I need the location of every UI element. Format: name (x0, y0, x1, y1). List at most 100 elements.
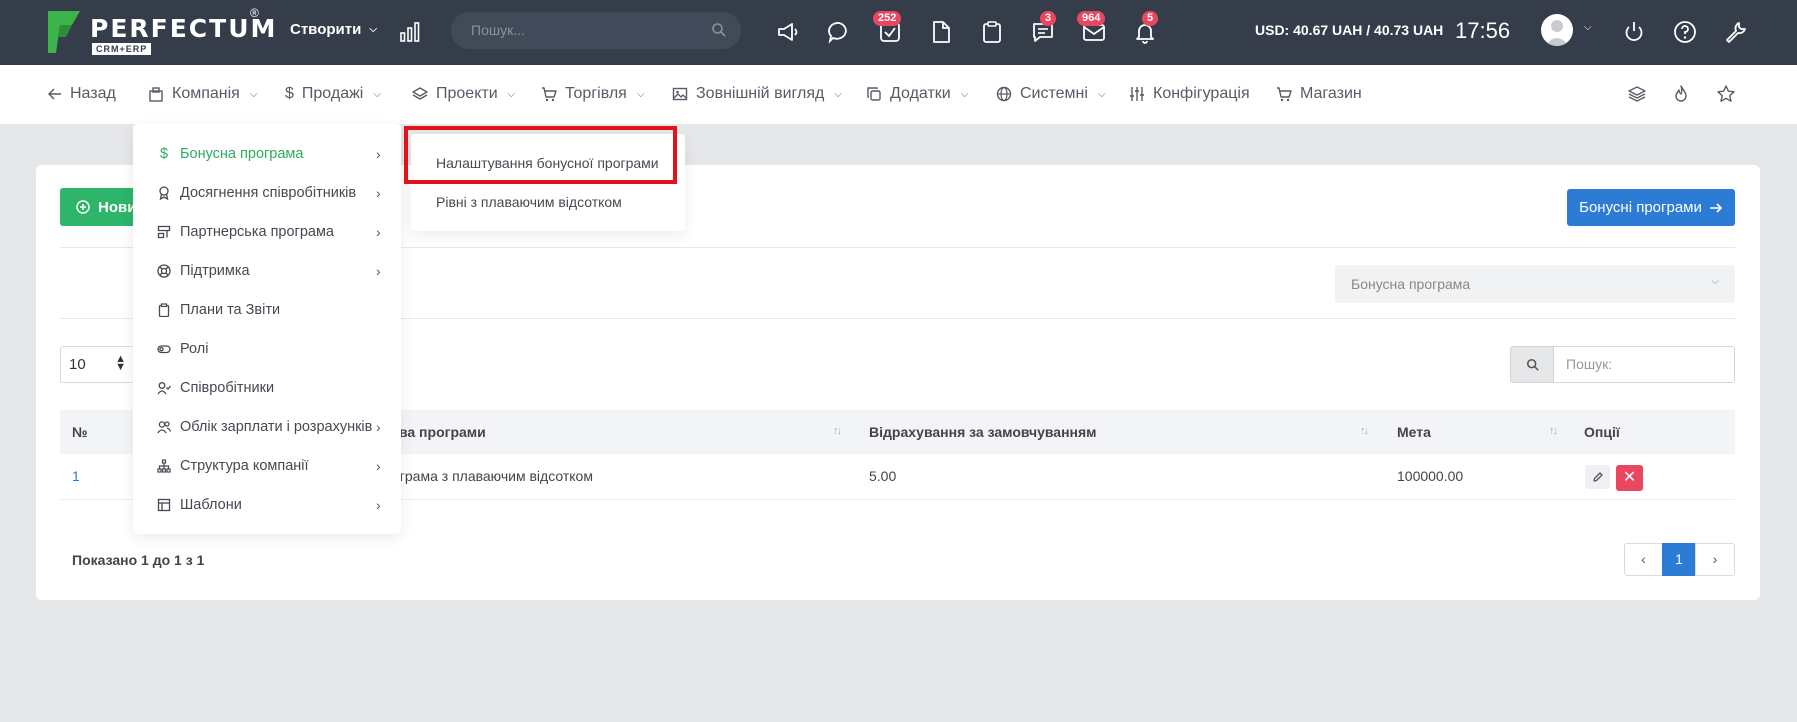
nav-shop-label: Магазин (1300, 85, 1362, 102)
nav-shop[interactable]: Магазин (1276, 85, 1362, 103)
new-button[interactable]: Нови (60, 188, 140, 226)
sort-icon[interactable]: ↑↓ (1549, 425, 1558, 437)
menu-item-partner-program[interactable]: Партнерська програма (157, 224, 334, 240)
pencil-icon (1593, 472, 1603, 482)
delete-button[interactable]: ✕ (1616, 465, 1643, 491)
top-search-input[interactable]: Пошук... (451, 12, 741, 49)
menu-item-label: Плани та Звіти (180, 302, 281, 318)
globe-icon (996, 86, 1012, 102)
edit-button[interactable] (1585, 465, 1610, 489)
chevron-down-icon: ⌵ (249, 88, 258, 100)
row-goal: 100000.00 (1397, 468, 1464, 484)
pagination-info: Показано 1 до 1 з 1 (72, 552, 205, 568)
nav-sales[interactable]: $ Продажі ⌵ (285, 85, 381, 103)
menu-item-payroll[interactable]: Облік зарплати і розрахунків (157, 419, 372, 435)
chevron-right-icon: › (376, 146, 381, 162)
copy-icon (867, 87, 881, 101)
table-search-button[interactable] (1510, 346, 1554, 383)
chevron-right-icon: › (376, 497, 381, 513)
page-number: 1 (1675, 551, 1683, 567)
search-icon (712, 23, 726, 37)
table-search-input[interactable]: Пошук: (1553, 346, 1735, 383)
prev-page-button[interactable]: ‹ (1624, 543, 1663, 576)
nav-appearance-label: Зовнішній вигляд (696, 85, 825, 102)
nav-config[interactable]: Конфігурація (1129, 85, 1250, 103)
file-icon[interactable] (928, 19, 954, 45)
sort-icon[interactable]: ↑↓ (833, 425, 842, 437)
col-program-name[interactable]: зва програми (392, 424, 486, 440)
nav-trade-label: Торгівля (565, 85, 627, 102)
layers-icon[interactable] (1627, 84, 1647, 104)
menu-item-label: Досягнення співробітників (180, 185, 357, 201)
nav-addons[interactable]: Додатки ⌵ (866, 85, 968, 103)
layout-icon (157, 498, 171, 512)
menu-item-plans-reports[interactable]: Плани та Звіти (157, 302, 280, 318)
arrow-right-icon (1709, 202, 1723, 213)
nav-addons-label: Додатки (890, 85, 951, 102)
nav-company[interactable]: Компанія ⌵ (148, 85, 257, 103)
menu-item-templates[interactable]: Шаблони (157, 497, 242, 513)
col-default-deduction[interactable]: Відрахування за замовчуванням (869, 424, 1097, 440)
chevron-down-icon: ⌵ (369, 24, 377, 35)
chevron-down-icon: ⌵ (507, 88, 516, 100)
nav-back[interactable]: Назад (48, 85, 116, 103)
building-icon (149, 87, 163, 102)
notifications-badge: 5 (1142, 11, 1159, 26)
logo-registered: ® (250, 6, 259, 20)
next-page-button[interactable]: › (1695, 543, 1735, 576)
sliders-icon (1130, 87, 1144, 101)
fire-icon[interactable] (1671, 84, 1691, 104)
menu-item-bonus-program[interactable]: $ Бонусна програма (157, 146, 304, 162)
chevron-down-icon: ⌵ (373, 88, 381, 100)
logo[interactable]: PERFECTUM ® CRM+ERP (46, 6, 275, 57)
menu-item-label: Облік зарплати і розрахунків (180, 419, 373, 435)
menu-item-achievements[interactable]: Досягнення співробітників (157, 185, 356, 201)
chat-bubble-icon[interactable] (826, 19, 852, 45)
submenu-item-floating-levels[interactable]: Рівні з плаваючим відсотком (436, 194, 622, 210)
menu-item-label: Структура компанії (180, 458, 309, 474)
bar-chart-icon[interactable] (398, 20, 422, 44)
chevron-down-icon: ⌵ (1711, 276, 1719, 287)
top-bar: PERFECTUM ® CRM+ERP Створити ⌵ Пошук... … (0, 0, 1797, 65)
dollar-icon: $ (159, 146, 169, 162)
cart-icon (542, 87, 557, 102)
row-id-link[interactable]: 1 (72, 468, 80, 484)
col-goal[interactable]: Мета (1397, 424, 1431, 440)
nav-system[interactable]: Системні ⌵ (996, 85, 1106, 103)
menu-item-label: Ролі (180, 341, 209, 357)
close-icon: ✕ (1622, 469, 1637, 486)
chevron-right-icon: › (376, 224, 381, 240)
clipboard-icon[interactable] (979, 19, 1005, 45)
nav-projects[interactable]: Проекти ⌵ (412, 85, 515, 103)
avatar-chevron-icon[interactable]: ⌵ (1584, 22, 1592, 33)
menu-item-company-structure[interactable]: Структура компанії (157, 458, 309, 474)
nav-appearance[interactable]: Зовнішній вигляд ⌵ (672, 85, 842, 103)
star-icon[interactable] (1716, 84, 1736, 104)
menu-item-employees[interactable]: Співробітники (157, 380, 274, 396)
megaphone-icon[interactable] (775, 19, 801, 45)
power-icon[interactable] (1621, 19, 1647, 45)
bonus-program-filter[interactable]: Бонусна програма ⌵ (1335, 265, 1735, 303)
user-check-icon (157, 382, 171, 395)
filter-placeholder: Бонусна програма (1351, 276, 1471, 292)
page-size-select[interactable]: 10 ▲ ▼ (60, 346, 135, 383)
create-button[interactable]: Створити ⌵ (290, 21, 377, 38)
partner-icon (157, 225, 171, 239)
award-icon (159, 186, 169, 200)
avatar[interactable] (1541, 14, 1573, 46)
layers-icon (412, 87, 428, 100)
menu-item-support[interactable]: Підтримка (157, 263, 250, 279)
mail-badge: 964 (1077, 11, 1106, 26)
page-1-button[interactable]: 1 (1662, 543, 1696, 576)
chevron-right-icon: › (376, 185, 381, 201)
bonus-programs-button[interactable]: Бонусні програми (1567, 189, 1735, 226)
help-icon[interactable] (1672, 19, 1698, 45)
messages-badge: 3 (1040, 11, 1057, 26)
menu-item-roles[interactable]: Ролі (157, 341, 208, 357)
tasks-badge: 252 (873, 11, 902, 26)
nav-trade[interactable]: Торгівля ⌵ (541, 85, 644, 103)
col-number[interactable]: № (72, 424, 88, 440)
wrench-icon[interactable] (1723, 19, 1749, 45)
sort-icon[interactable]: ↑↓ (1360, 425, 1369, 437)
nav-back-label: Назад (70, 85, 116, 102)
